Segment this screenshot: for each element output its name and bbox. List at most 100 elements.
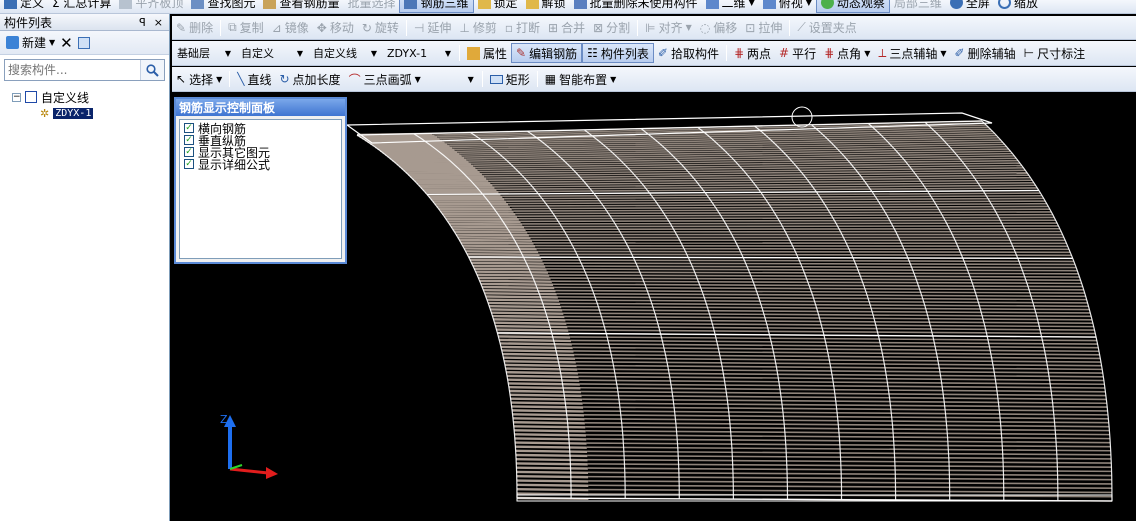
- split-button[interactable]: ⊠ 分割: [589, 16, 634, 39]
- zoom-button[interactable]: 缩放: [994, 0, 1042, 10]
- align-dropdown[interactable]: ⊫ 对齐 ▼: [641, 16, 696, 39]
- rebar-bar: [588, 488, 1112, 494]
- offset-button[interactable]: ◌ 偏移: [696, 16, 742, 39]
- rebar-bar: [560, 302, 1089, 308]
- rebar-bar: [384, 152, 460, 156]
- rebar-3d-icon: [404, 0, 418, 9]
- rebar-3d-button[interactable]: 钢筋三维: [399, 0, 474, 13]
- rebar-bar: [394, 160, 469, 164]
- two-point-axis-button[interactable]: ⋕ 两点: [730, 41, 775, 65]
- batch-delete-unused-button[interactable]: 批量删除未使用构件: [570, 0, 702, 10]
- delete-axis-button[interactable]: ✐ 删除辅轴: [951, 41, 1020, 65]
- checkbox[interactable]: ✓: [184, 147, 194, 157]
- component-select[interactable]: ZDYX-1 ▼: [384, 44, 454, 62]
- rebar-bar: [551, 280, 1082, 285]
- search-input[interactable]: [5, 60, 140, 80]
- collapse-icon[interactable]: −: [12, 92, 21, 102]
- rebar-bar: [513, 421, 585, 425]
- control-panel-options: ✓ 横向钢筋 ✓ 垂直纵筋 ✓ 显示其它图元 ✓ 显示详细公式: [179, 119, 342, 259]
- rebar-bar: [571, 339, 1098, 345]
- list-icon: ☷: [587, 46, 598, 60]
- select-dropdown[interactable]: ↖ 选择 ▼: [172, 67, 226, 91]
- rebar-bar: [574, 353, 1101, 360]
- line-button[interactable]: ╲ 直线: [233, 67, 275, 91]
- three-point-arc-dropdown[interactable]: ⌒ 三点画弧 ▼: [345, 67, 425, 91]
- three-point-axis-dropdown[interactable]: ⟂ 三点辅轴 ▼: [874, 41, 950, 65]
- stretch-icon: ⊡: [745, 20, 756, 35]
- rebar-bar: [512, 409, 584, 413]
- category-select[interactable]: 自定义 ▼: [238, 44, 306, 62]
- component-list-button[interactable]: ☷ 构件列表: [582, 43, 654, 63]
- define-button[interactable]: 定义: [0, 0, 48, 10]
- dynamic-orbit-button[interactable]: 动态观察: [815, 0, 890, 13]
- edit-rebar-button[interactable]: ✎ 编辑钢筋: [511, 43, 583, 63]
- rebar-bar: [502, 352, 575, 357]
- fullscreen-button[interactable]: 全屏: [946, 0, 994, 10]
- checkbox-show-formula[interactable]: ✓ 显示详细公式: [184, 158, 337, 172]
- view-rebar-qty-button[interactable]: 查看钢筋量: [259, 0, 343, 10]
- pick-component-button[interactable]: ✐ 拾取构件: [654, 41, 723, 65]
- rebar-bar: [512, 417, 585, 421]
- batch-select-button[interactable]: 批量选择: [343, 0, 399, 10]
- trim-button[interactable]: ⊥ 修剪: [455, 16, 500, 39]
- new-button[interactable]: 新建 ▼: [6, 31, 55, 54]
- rebar-bar: [462, 244, 536, 248]
- align-top-button[interactable]: 平齐板顶: [115, 0, 187, 10]
- find-element-button[interactable]: 查找图元: [187, 0, 259, 10]
- move-button[interactable]: ✥ 移动: [313, 16, 358, 39]
- smart-layout-dropdown[interactable]: ▦ 智能布置 ▼: [541, 67, 621, 91]
- stretch-button[interactable]: ⊡ 拉伸: [741, 16, 786, 39]
- merge-button[interactable]: ⊞ 合并: [544, 16, 589, 39]
- extend-icon: ⊣: [413, 20, 425, 35]
- summary-calc-button[interactable]: Σ 汇总计算: [48, 0, 115, 10]
- 3d-viewport[interactable]: 钢筋显示控制面板 ✓ 横向钢筋 ✓ 垂直纵筋 ✓ 显示其它图元 ✓ 显示详细公式 Z: [172, 93, 1136, 521]
- checkbox[interactable]: ✓: [184, 159, 194, 169]
- cursor-icon: ↖: [176, 72, 187, 86]
- view-2d-dropdown[interactable]: 二维 ▼: [702, 0, 759, 10]
- rebar-bar: [543, 262, 1076, 266]
- orbit-handle[interactable]: [791, 106, 813, 128]
- rebar-bar: [582, 402, 1108, 408]
- point-angle-dropdown[interactable]: ⋕ 点角 ▼: [820, 41, 874, 65]
- delete-button[interactable]: ✎ 删除: [172, 16, 217, 39]
- top-view-dropdown[interactable]: 俯视 ▼: [759, 0, 816, 10]
- copy-button[interactable]: ⧉ 复制: [224, 16, 268, 39]
- properties-button[interactable]: 属性: [463, 41, 511, 65]
- extend-button[interactable]: ⊣ 延伸: [410, 16, 455, 39]
- rebar-bar: [587, 454, 1112, 460]
- point-length-button[interactable]: ↻ 点加长度: [275, 67, 344, 91]
- rebar-bar: [377, 146, 453, 151]
- lock-button[interactable]: 锁定: [474, 0, 522, 10]
- dimension-button[interactable]: ⊢ 尺寸标注: [1020, 41, 1089, 65]
- copy-icon[interactable]: [77, 36, 90, 49]
- tree-node-root[interactable]: − 自定义线: [12, 89, 169, 105]
- chevron-down-icon: ▼: [805, 0, 812, 7]
- set-grip-button[interactable]: ⟋ 设置夹点: [793, 16, 860, 39]
- checkbox[interactable]: ✓: [184, 135, 194, 145]
- delete-icon[interactable]: ✕: [60, 34, 73, 52]
- type-select[interactable]: 自定义线 ▼: [310, 44, 380, 62]
- search-button[interactable]: [140, 60, 164, 80]
- close-icon[interactable]: ×: [154, 16, 163, 29]
- rebar-bar: [573, 350, 1100, 356]
- unlock-button[interactable]: 解锁: [522, 0, 570, 10]
- break-button[interactable]: ▫ 打断: [501, 16, 544, 39]
- rebar-bar: [504, 363, 577, 368]
- rebar-bar: [585, 425, 1110, 432]
- parallel-axis-button[interactable]: # 平行: [775, 41, 820, 65]
- rotate-button[interactable]: ↻ 旋转: [358, 16, 403, 39]
- tree-node-child[interactable]: ✲ ZDYX-1: [12, 105, 169, 121]
- floor-select[interactable]: 基础层 ▼: [174, 44, 234, 62]
- rebar-bar: [508, 382, 580, 386]
- local-3d-button[interactable]: 局部三维: [890, 0, 946, 10]
- rectangle-button[interactable]: 矩形: [486, 67, 534, 91]
- mirror-button[interactable]: ⊿ 镜像: [268, 16, 313, 39]
- arc-option-select[interactable]: ▼: [427, 70, 477, 88]
- rebar-bar: [553, 283, 1083, 288]
- pin-icon[interactable]: ꟼ: [139, 16, 146, 29]
- custom-line-icon: [25, 91, 37, 103]
- rebar-bar: [586, 446, 1111, 452]
- draw-toolbar: ↖ 选择 ▼ ╲ 直线 ↻ 点加长度 ⌒ 三点画弧 ▼ ▼ 矩形 ▦ 智能布置 ▼: [172, 67, 1136, 92]
- rebar-bar: [556, 292, 1086, 298]
- checkbox[interactable]: ✓: [184, 123, 194, 133]
